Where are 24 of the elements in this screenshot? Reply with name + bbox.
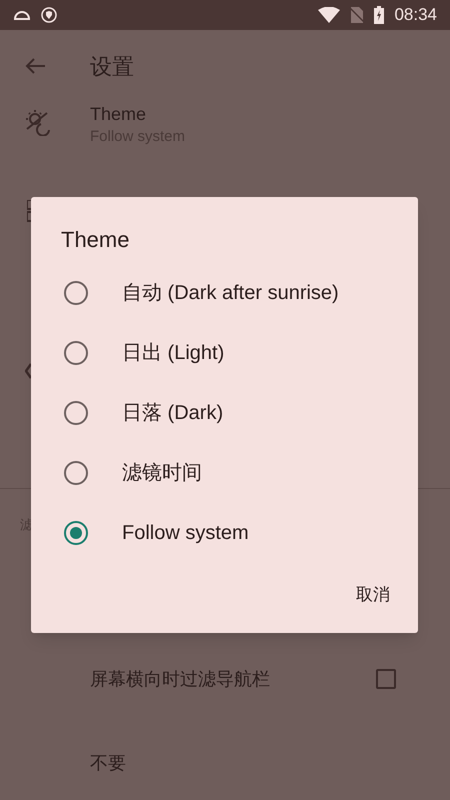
checkbox[interactable] (376, 669, 396, 689)
weather-icon (24, 108, 52, 136)
cancel-button[interactable]: 取消 (352, 578, 394, 611)
shield-icon (41, 7, 57, 23)
radio-button[interactable] (64, 401, 88, 425)
page-title: 设置 (90, 52, 134, 80)
chevron-icon (25, 362, 32, 380)
wifi-icon (318, 7, 340, 23)
setting-title: 屏幕横向时过滤导航栏 (90, 668, 271, 690)
radio-button[interactable] (64, 521, 88, 545)
option-label[interactable]: Follow system (122, 518, 249, 548)
option-label[interactable]: 日出 (Light) (122, 338, 224, 368)
no-sim-icon (350, 7, 364, 23)
battery-icon (374, 6, 384, 24)
option-label[interactable]: 自动 (Dark after sunrise) (122, 278, 339, 308)
setting-title: 不要 (90, 752, 127, 774)
status-time: 08:34 (394, 4, 437, 26)
radio-button[interactable] (64, 341, 88, 365)
option-label[interactable]: 滤镜时间 (122, 458, 202, 488)
radio-button[interactable] (64, 281, 88, 305)
setting-title: Theme (90, 103, 148, 126)
option-label[interactable]: 日落 (Dark) (122, 398, 224, 428)
radio-button[interactable] (64, 461, 88, 485)
dialog-title: Theme (61, 226, 130, 254)
